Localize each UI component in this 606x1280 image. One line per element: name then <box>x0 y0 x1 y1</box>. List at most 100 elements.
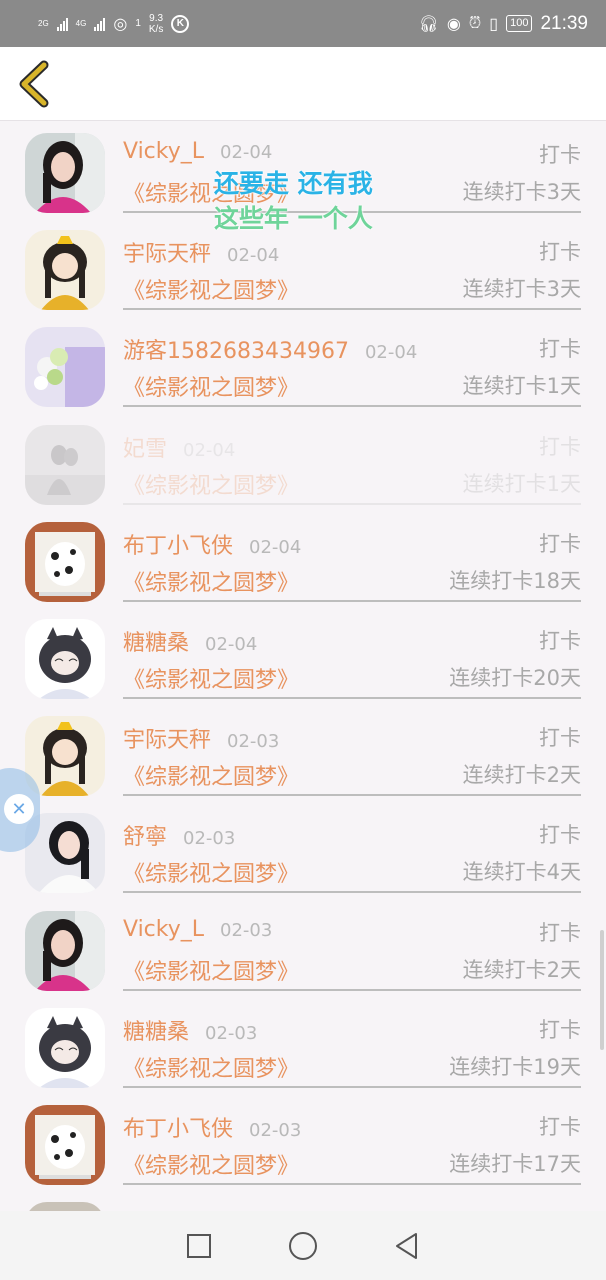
book-title[interactable]: 《综影视之圆梦》 <box>123 1148 299 1180</box>
list-item[interactable]: 糖糖桑 02-03 打卡《综影视之圆梦》 连续打卡19天 <box>0 996 606 1093</box>
list-item-info: 糖糖桑 02-03 打卡《综影视之圆梦》 连续打卡19天 <box>123 996 581 1088</box>
home-button[interactable] <box>283 1226 323 1266</box>
lyrics-line-1: 还要走 还有我 <box>214 169 373 198</box>
book-title[interactable]: 《综影视之圆梦》 <box>123 565 299 597</box>
streak-text: 连续打卡1天 <box>462 471 581 496</box>
checkin-date: 02-03 <box>227 731 280 753</box>
streak-text: 连续打卡19天 <box>449 1054 581 1079</box>
net-speed: 9.3 K/s <box>149 13 163 35</box>
floating-assistant-button[interactable]: ✕ <box>0 768 40 852</box>
list-item-info: 布丁小飞侠 02-03 打卡《综影视之圆梦》 连续打卡17天 <box>123 1093 581 1185</box>
list-item[interactable]: 布丁小飞侠 02-04 打卡 《综影视之圆梦》 连续打卡18天 <box>0 510 606 607</box>
checkin-date: 02-04 <box>364 342 418 364</box>
avatar[interactable] <box>25 1007 105 1088</box>
streak-text: 连续打卡17天 <box>449 1151 581 1176</box>
back-button[interactable] <box>14 59 54 109</box>
streak-text: 连续打卡1天 <box>462 374 581 399</box>
net-label-2g: 2G <box>38 18 49 28</box>
checkin-date: 02-03 <box>220 919 273 941</box>
checkin-label: 打卡 <box>539 143 581 167</box>
alarm-icon: ⏰︎ <box>468 14 482 32</box>
checkin-date: 02-03 <box>205 1022 258 1044</box>
list-item[interactable]: 布丁小飞侠 02-03 打卡《综影视之圆梦》 连续打卡17天 <box>0 1093 606 1190</box>
status-bar-right: 🎧︎ ◉ ⏰︎ ▯ 100 21:39 <box>419 13 588 35</box>
lyrics-line-2: 这些年 一个人 <box>214 204 373 233</box>
streak-text: 连续打卡3天 <box>462 180 581 204</box>
user-name[interactable]: 糖糖桑 02-04 <box>123 625 257 657</box>
list-item[interactable]: 妃雪 02-04 打卡《综影视之圆梦》 连续打卡1天 <box>0 413 606 510</box>
signal-2g-icon <box>56 17 68 31</box>
user-name[interactable]: 布丁小飞侠 02-04 <box>123 528 301 560</box>
checkin-date: 02-04 <box>227 245 280 267</box>
user-name[interactable]: 妃雪 02-04 <box>123 431 235 463</box>
checkin-label: 打卡 <box>539 1017 581 1042</box>
status-bar-left: 2G 4G ◎ 1 9.3 K/s K <box>38 13 190 35</box>
top-bar <box>0 47 606 121</box>
list-item-info: Vicky_L 02-03 打卡《综影视之圆梦》 连续打卡2天 <box>123 899 581 991</box>
book-title[interactable]: 《综影视之圆梦》 <box>123 954 299 986</box>
checkin-label: 打卡 <box>539 920 581 945</box>
user-name[interactable]: 舒寧 02-03 <box>123 819 235 851</box>
user-name[interactable]: 宇际天秤 02-03 <box>123 722 279 754</box>
list-item[interactable]: 游客1582683434967 02-04 打卡《综影视之圆梦》 连续打卡1天 <box>0 315 606 412</box>
user-name[interactable]: 宇际天秤 02-04 <box>123 236 279 268</box>
network-2g-icon: 2G <box>38 18 49 28</box>
avatar[interactable] <box>25 327 105 408</box>
checkin-label: 打卡 <box>539 726 581 751</box>
clock: 21:39 <box>540 12 588 34</box>
avatar[interactable] <box>25 1104 105 1185</box>
checkin-label: 打卡 <box>539 240 581 265</box>
avatar[interactable] <box>25 618 105 699</box>
wifi-count: 1 <box>135 18 141 29</box>
book-title[interactable]: 《综影视之圆梦》 <box>123 468 299 500</box>
net-label-4g: 4G <box>75 18 87 28</box>
scrollbar[interactable] <box>600 930 604 1050</box>
list-item[interactable]: 糖糖桑 02-04 打卡 《综影视之圆梦》 连续打卡20天 <box>0 607 606 704</box>
book-title[interactable]: 《综影视之圆梦》 <box>123 759 299 791</box>
chevron-left-icon <box>19 60 49 108</box>
user-name[interactable]: 布丁小飞侠 02-03 <box>123 1111 301 1143</box>
checkin-date: 02-04 <box>220 142 273 163</box>
checkin-label: 打卡 <box>539 1114 581 1139</box>
avatar[interactable] <box>25 910 105 991</box>
lyrics-overlay: 还要走 还有我 这些年 一个人 <box>214 166 373 236</box>
square-icon <box>187 1233 211 1258</box>
list-item[interactable]: 宇际天秤 02-03 打卡 《综影视之圆梦》 连续打卡2天 <box>0 704 606 801</box>
recent-apps-button[interactable] <box>179 1226 219 1266</box>
checkin-label: 打卡 <box>539 531 581 556</box>
net-speed-value: 9.3 <box>149 12 164 24</box>
avatar[interactable] <box>25 521 105 602</box>
book-title[interactable]: 《综影视之圆梦》 <box>123 1051 299 1083</box>
streak-text: 连续打卡2天 <box>462 957 581 982</box>
list-item-info: 舒寧 02-03 打卡 《综影视之圆梦》 连续打卡4天 <box>123 801 581 894</box>
streak-text: 连续打卡20天 <box>449 665 581 690</box>
checkin-label: 打卡 <box>539 337 581 362</box>
list-item-info: 宇际天秤 02-03 打卡 《综影视之圆梦》 连续打卡2天 <box>123 704 581 797</box>
user-name[interactable]: Vicky_L 02-03 <box>123 917 272 942</box>
avatar[interactable] <box>25 133 105 213</box>
list-item[interactable] <box>0 1190 606 1211</box>
checkin-label: 打卡 <box>539 434 581 459</box>
circle-icon <box>289 1231 317 1260</box>
avatar[interactable] <box>25 424 105 505</box>
book-title[interactable]: 《综影视之圆梦》 <box>123 662 299 694</box>
book-title[interactable]: 《综影视之圆梦》 <box>123 856 299 888</box>
avatar[interactable] <box>25 230 105 311</box>
list-item-info: 布丁小飞侠 02-04 打卡 《综影视之圆梦》 连续打卡18天 <box>123 510 581 602</box>
user-name[interactable]: 糖糖桑 02-03 <box>123 1014 257 1046</box>
signal-4g-icon <box>94 17 106 31</box>
vibrate-icon: ▯ <box>489 15 499 33</box>
battery-icon: 100 <box>506 15 533 32</box>
user-name[interactable]: 游客1582683434967 02-04 <box>123 333 417 365</box>
checkin-list[interactable]: Vicky_L 02-04 打卡 《综影视之圆梦》 连续打卡3天 宇际天秤 02-04 打卡《… <box>0 121 606 1211</box>
user-name[interactable]: Vicky_L 02-04 <box>123 139 272 164</box>
book-title[interactable]: 《综影视之圆梦》 <box>123 273 299 305</box>
book-title[interactable]: 《综影视之圆梦》 <box>123 370 299 402</box>
list-item[interactable]: 舒寧 02-03 打卡 《综影视之圆梦》 连续打卡4天 <box>0 801 606 898</box>
streak-text: 连续打卡4天 <box>462 860 581 885</box>
list-item-info: 糖糖桑 02-04 打卡 《综影视之圆梦》 连续打卡20天 <box>123 607 581 699</box>
avatar[interactable] <box>25 1202 105 1211</box>
nav-back-button[interactable] <box>387 1226 427 1266</box>
status-bar: 2G 4G ◎ 1 9.3 K/s K 🎧︎ ◉ ⏰︎ ▯ 100 21:39 <box>0 0 606 47</box>
list-item[interactable]: Vicky_L 02-03 打卡《综影视之圆梦》 连续打卡2天 <box>0 899 606 996</box>
